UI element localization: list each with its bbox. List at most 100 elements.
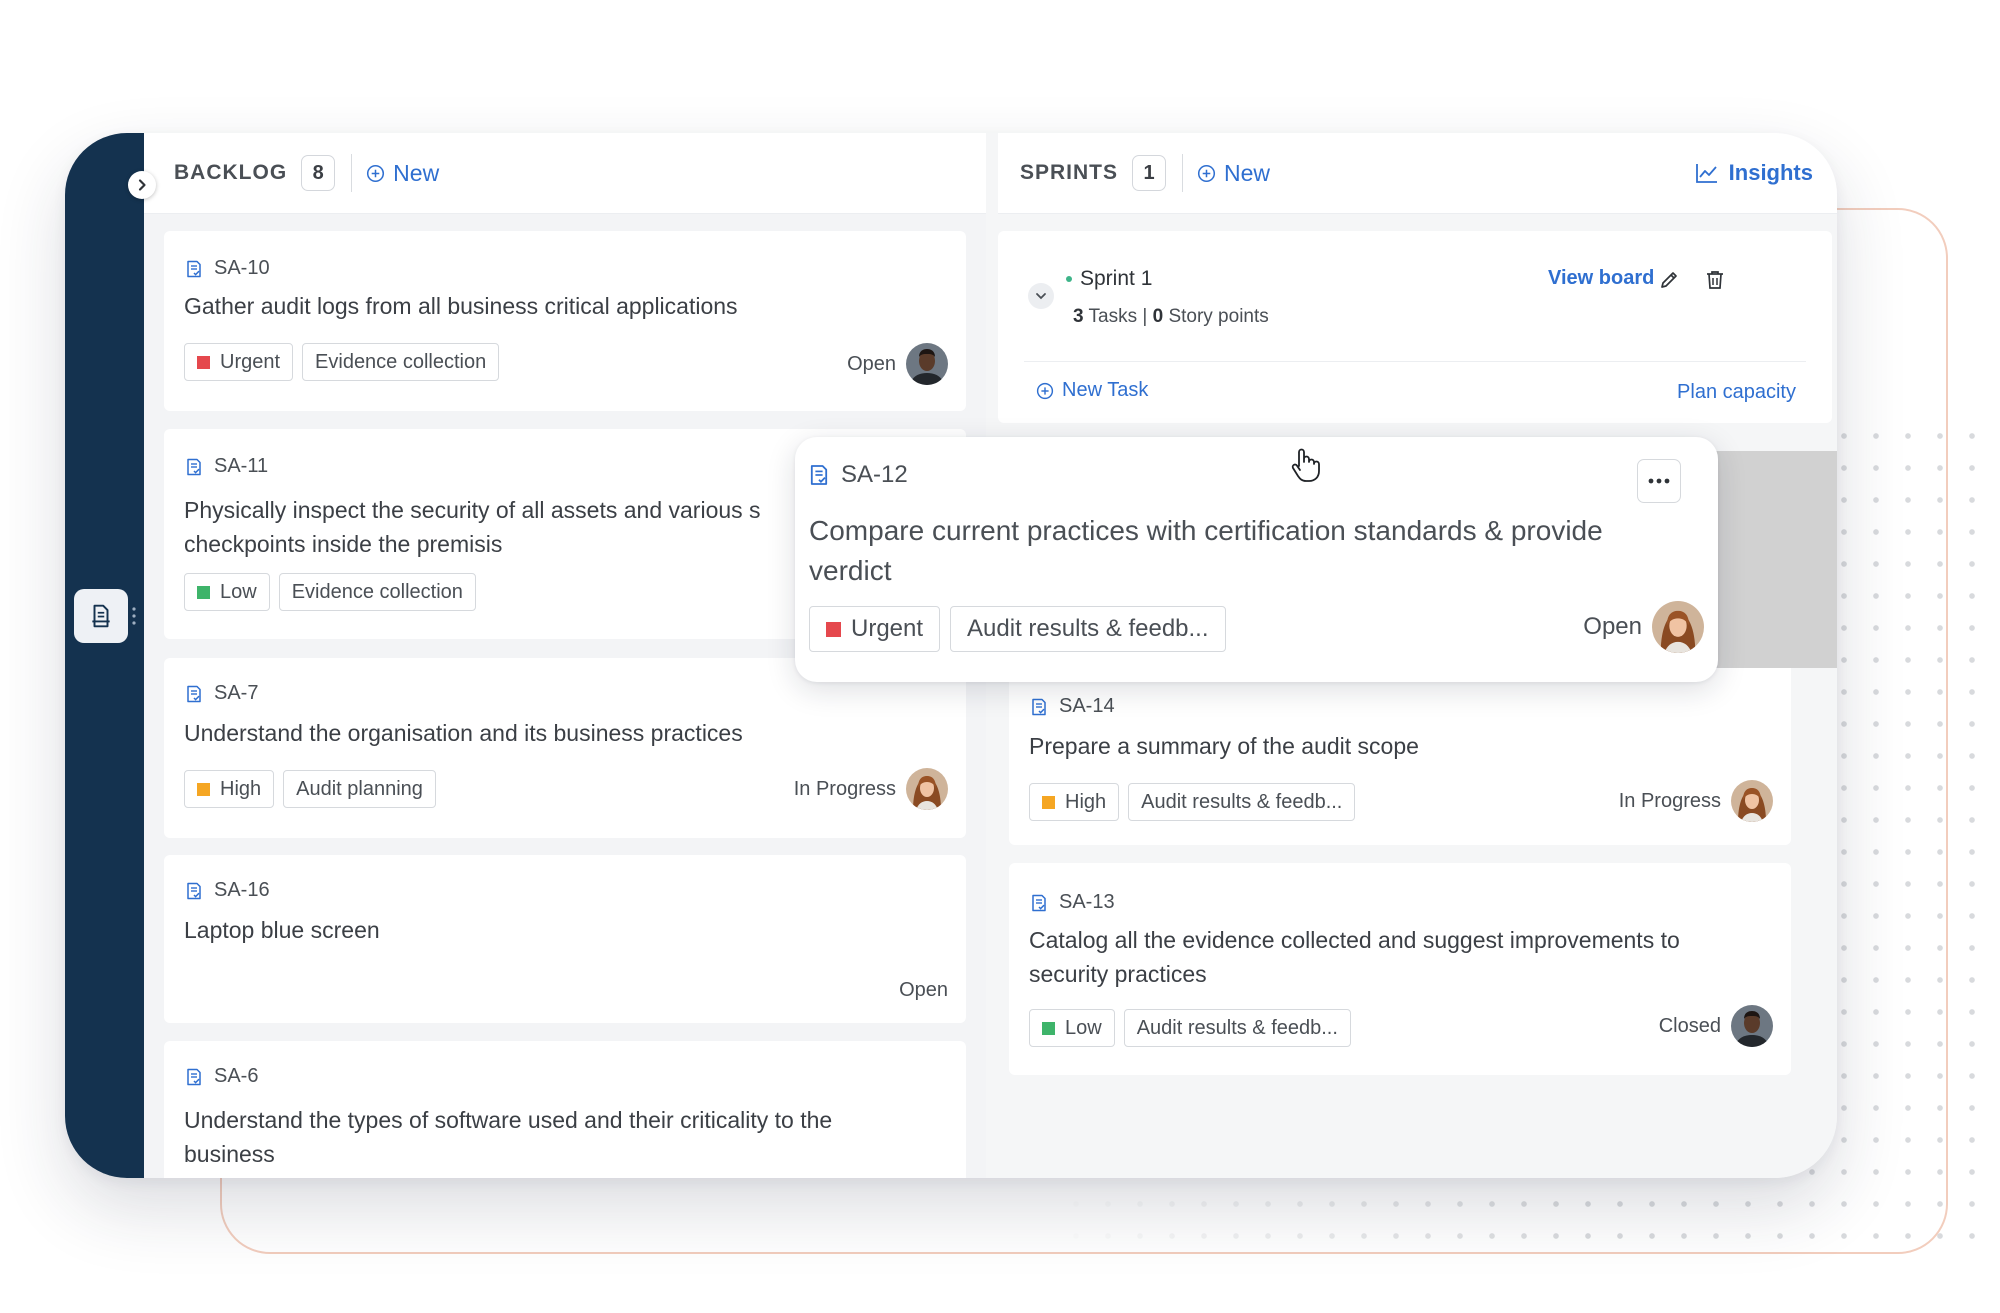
sprint-name[interactable]: Sprint 1 [1066, 267, 1152, 291]
new-backlog-item-button[interactable]: New [366, 160, 439, 187]
high-priority-icon [197, 782, 210, 796]
card-id: SA-11 [184, 455, 268, 478]
sprint-card[interactable]: SA-13 Catalog all the evidence collected… [1009, 863, 1791, 1075]
card-id: SA-10 [184, 257, 270, 280]
backlog-card[interactable]: SA-10 Gather audit logs from all busines… [164, 231, 966, 411]
category-tag[interactable]: Audit results & feedb... [1123, 1009, 1351, 1047]
drag-handle-icon[interactable] [131, 601, 137, 631]
status-label: Closed [1658, 1014, 1721, 1037]
trash-icon[interactable] [1704, 269, 1726, 291]
category-tag[interactable]: Audit results & feedb... [1128, 783, 1356, 821]
plan-capacity-link[interactable]: Plan capacity [1677, 381, 1796, 404]
card-title: Understand the types of software used an… [184, 1107, 833, 1167]
more-horizontal-icon [1648, 478, 1670, 484]
priority-tag[interactable]: Urgent [809, 606, 941, 652]
category-label: Audit results & feedb... [967, 615, 1209, 642]
priority-label: Low [220, 580, 257, 603]
priority-tag[interactable]: Low [184, 573, 270, 611]
category-label: Audit results & feedb... [1136, 1016, 1338, 1039]
priority-label: High [1065, 790, 1107, 813]
backlog-card[interactable]: SA-7 Understand the organisation and its… [164, 658, 966, 838]
category-tag[interactable]: Evidence collection [278, 573, 476, 611]
rail-document-button[interactable] [74, 589, 128, 643]
assignee-avatar[interactable] [1731, 780, 1773, 822]
insights-label: Insights [1728, 160, 1813, 185]
card-id-text: SA-10 [214, 257, 270, 279]
sprint-name-label: Sprint 1 [1080, 267, 1153, 290]
more-options-button[interactable] [1637, 459, 1681, 503]
document-icon [92, 604, 110, 628]
card-title: Catalog all the evidence collected and s… [1029, 927, 1680, 987]
assignee-avatar[interactable] [1731, 1005, 1773, 1047]
category-label: Audit results & feedb... [1141, 790, 1343, 813]
chevron-down-icon [1036, 293, 1046, 300]
plus-circle-icon [367, 164, 385, 182]
priority-tag[interactable]: High [184, 770, 275, 808]
divider [1024, 361, 1806, 362]
card-title: Prepare a summary of the audit scope [1029, 733, 1419, 759]
sprints-title: SPRINTS [1020, 161, 1119, 184]
sprint-panel: Sprint 1 3 Tasks | 0 Story points View b… [998, 231, 1832, 423]
card-title: Physically inspect the security of all a… [184, 497, 761, 557]
status-label: Open [899, 979, 948, 1001]
sprint-card[interactable]: SA-14 Prepare a summary of the audit sco… [1009, 663, 1791, 845]
points-label: Story points [1168, 306, 1269, 327]
assignee-avatar[interactable] [906, 768, 948, 810]
hand-cursor-icon [1291, 448, 1320, 482]
tasks-label: Tasks | [1088, 306, 1148, 327]
card-id: SA-7 [184, 682, 258, 705]
card-title: Compare current practices with certifica… [809, 515, 1603, 586]
insights-button[interactable]: Insights [1695, 133, 1813, 213]
urgent-priority-icon [826, 621, 841, 637]
category-tag[interactable]: Audit planning [283, 770, 436, 808]
card-status: In Progress [1619, 780, 1773, 822]
card-id-text: SA-7 [214, 682, 259, 704]
card-title: Laptop blue screen [184, 917, 380, 943]
status-label: Open [1583, 613, 1642, 640]
plus-circle-icon [1197, 164, 1216, 182]
low-priority-icon [197, 585, 210, 599]
dragging-card[interactable]: SA-12 Compare current practices with cer… [795, 437, 1718, 682]
card-id-text: SA-6 [214, 1065, 259, 1087]
sprints-count-badge: 1 [1132, 155, 1167, 191]
expand-sidebar-button[interactable] [128, 171, 156, 199]
status-label: Open [847, 352, 896, 375]
backlog-card[interactable]: SA-6 Understand the types of software us… [164, 1041, 966, 1178]
priority-tag[interactable]: Urgent [184, 343, 294, 381]
card-id-text: SA-12 [841, 461, 908, 488]
new-sprint-button[interactable]: New [1197, 160, 1270, 187]
priority-tag[interactable]: Low [1029, 1009, 1115, 1047]
collapse-sprint-button[interactable] [1028, 283, 1054, 309]
category-label: Evidence collection [315, 350, 487, 373]
backlog-header: BACKLOG 8 New [144, 133, 986, 214]
assignee-avatar[interactable] [1652, 601, 1704, 653]
sprint-status-dot [1066, 276, 1072, 282]
assignee-avatar[interactable] [906, 343, 948, 385]
priority-tag[interactable]: High [1029, 783, 1120, 821]
new-task-button[interactable]: New Task [1036, 379, 1148, 402]
card-id: SA-6 [184, 1065, 258, 1088]
task-icon [184, 1067, 204, 1087]
card-status: Open [847, 343, 948, 385]
card-status: In Progress [794, 768, 948, 810]
pencil-icon[interactable] [1658, 269, 1680, 291]
backlog-card[interactable]: SA-16 Laptop blue screen Open [164, 855, 966, 1023]
task-icon [1029, 893, 1049, 913]
task-icon [184, 684, 204, 704]
card-status: Closed [1659, 1005, 1773, 1047]
view-board-link[interactable]: View board [1548, 267, 1654, 290]
category-tag[interactable]: Evidence collection [302, 343, 500, 381]
category-tag[interactable]: Audit results & feedb... [950, 606, 1226, 652]
task-icon [1029, 697, 1049, 717]
backlog-count-badge: 8 [301, 155, 336, 191]
category-label: Evidence collection [291, 580, 463, 603]
new-backlog-item-label: New [393, 159, 440, 186]
priority-label: Urgent [851, 615, 924, 642]
card-id-text: SA-14 [1059, 695, 1115, 717]
urgent-priority-icon [197, 355, 210, 369]
header-divider [1182, 154, 1184, 192]
line-chart-icon [1695, 164, 1717, 183]
card-id: SA-16 [184, 879, 270, 902]
card-id: SA-14 [1029, 695, 1115, 718]
priority-label: Urgent [220, 350, 281, 373]
